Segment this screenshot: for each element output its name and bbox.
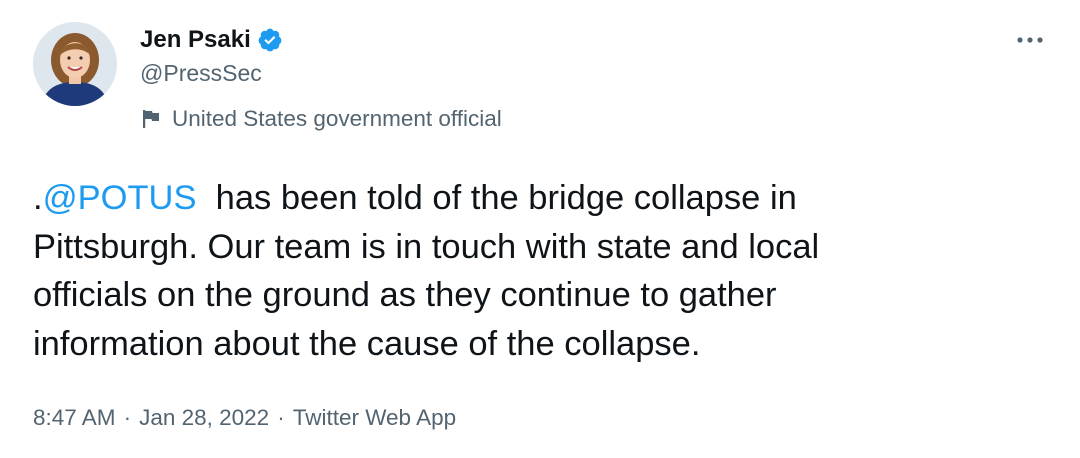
tweet-card: Jen Psaki @PressSec United States govern… [0,0,1080,458]
mention-link[interactable]: @POTUS [43,179,197,217]
more-horizontal-icon [1017,37,1043,43]
author-handle[interactable]: @PressSec [140,60,262,87]
meta-separator: · [123,405,132,430]
meta-separator: · [277,405,285,430]
tweet-text-prefix: . [33,179,43,217]
more-options-button[interactable] [1010,24,1050,56]
government-label: United States government official [140,104,502,134]
tweet-meta: 8:47 AM · Jan 28, 2022 · Twitter Web App [33,402,456,434]
tweet-time[interactable]: 8:47 AM [33,405,116,431]
verified-badge-icon [257,27,283,53]
government-label-text: United States government official [172,106,502,131]
tweet-date[interactable]: Jan 28, 2022 [139,405,269,431]
flag-icon [140,108,162,130]
tweet-source[interactable]: Twitter Web App [293,405,456,431]
tweet-text: .@POTUS has been told of the bridge coll… [33,174,1063,368]
avatar[interactable] [33,22,117,106]
avatar-image [33,22,117,106]
author-name-row: Jen Psaki [140,24,283,56]
display-name[interactable]: Jen Psaki [140,26,251,54]
